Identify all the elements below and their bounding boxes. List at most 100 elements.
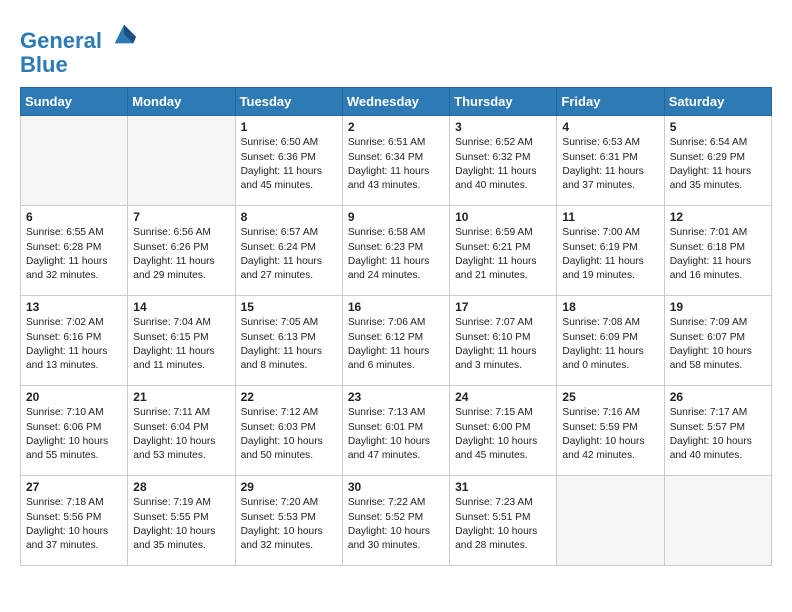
calendar-cell: 17 Sunrise: 7:07 AM Sunset: 6:10 PM Dayli… xyxy=(450,296,557,386)
day-number: 11 xyxy=(562,210,658,224)
day-info: Sunrise: 7:02 AM Sunset: 6:16 PM Dayligh… xyxy=(26,316,122,373)
day-number: 10 xyxy=(455,210,551,224)
day-number: 27 xyxy=(26,480,122,494)
calendar-week-row: 27 Sunrise: 7:18 AM Sunset: 5:56 PM Dayli… xyxy=(21,476,772,566)
day-number: 25 xyxy=(562,390,658,404)
day-info: Sunrise: 7:23 AM Sunset: 5:51 PM Dayligh… xyxy=(455,496,551,553)
day-info: Sunrise: 7:18 AM Sunset: 5:56 PM Dayligh… xyxy=(26,496,122,553)
day-number: 8 xyxy=(241,210,337,224)
day-number: 2 xyxy=(348,120,444,134)
day-info: Sunrise: 7:07 AM Sunset: 6:10 PM Dayligh… xyxy=(455,316,551,373)
day-number: 9 xyxy=(348,210,444,224)
calendar-cell: 31 Sunrise: 7:23 AM Sunset: 5:51 PM Dayli… xyxy=(450,476,557,566)
logo: General Blue xyxy=(20,20,138,77)
weekday-header: Sunday xyxy=(21,88,128,116)
calendar-cell: 24 Sunrise: 7:15 AM Sunset: 6:00 PM Dayli… xyxy=(450,386,557,476)
day-number: 20 xyxy=(26,390,122,404)
calendar-cell: 30 Sunrise: 7:22 AM Sunset: 5:52 PM Dayli… xyxy=(342,476,449,566)
day-info: Sunrise: 6:56 AM Sunset: 6:26 PM Dayligh… xyxy=(133,226,229,283)
day-info: Sunrise: 7:20 AM Sunset: 5:53 PM Dayligh… xyxy=(241,496,337,553)
day-info: Sunrise: 7:16 AM Sunset: 5:59 PM Dayligh… xyxy=(562,406,658,463)
day-number: 14 xyxy=(133,300,229,314)
calendar-cell: 15 Sunrise: 7:05 AM Sunset: 6:13 PM Dayli… xyxy=(235,296,342,386)
weekday-header: Saturday xyxy=(664,88,771,116)
day-info: Sunrise: 7:22 AM Sunset: 5:52 PM Dayligh… xyxy=(348,496,444,553)
day-number: 3 xyxy=(455,120,551,134)
day-info: Sunrise: 7:10 AM Sunset: 6:06 PM Dayligh… xyxy=(26,406,122,463)
calendar-cell: 29 Sunrise: 7:20 AM Sunset: 5:53 PM Dayli… xyxy=(235,476,342,566)
day-info: Sunrise: 7:04 AM Sunset: 6:15 PM Dayligh… xyxy=(133,316,229,373)
calendar-cell: 1 Sunrise: 6:50 AM Sunset: 6:36 PM Daylig… xyxy=(235,116,342,206)
calendar-week-row: 20 Sunrise: 7:10 AM Sunset: 6:06 PM Dayli… xyxy=(21,386,772,476)
weekday-header: Wednesday xyxy=(342,88,449,116)
day-number: 28 xyxy=(133,480,229,494)
calendar-week-row: 1 Sunrise: 6:50 AM Sunset: 6:36 PM Daylig… xyxy=(21,116,772,206)
calendar-cell: 19Sunrise: 7:09 AM Sunset: 6:07 PM Dayli… xyxy=(664,296,771,386)
calendar-cell: 20 Sunrise: 7:10 AM Sunset: 6:06 PM Dayli… xyxy=(21,386,128,476)
day-number: 15 xyxy=(241,300,337,314)
day-number: 23 xyxy=(348,390,444,404)
day-info: Sunrise: 6:54 AM Sunset: 6:29 PM Dayligh… xyxy=(670,136,766,193)
day-info: Sunrise: 7:05 AM Sunset: 6:13 PM Dayligh… xyxy=(241,316,337,373)
day-info: Sunrise: 7:00 AM Sunset: 6:19 PM Dayligh… xyxy=(562,226,658,283)
day-number: 7 xyxy=(133,210,229,224)
day-number: 31 xyxy=(455,480,551,494)
calendar-cell: 2 Sunrise: 6:51 AM Sunset: 6:34 PM Daylig… xyxy=(342,116,449,206)
weekday-header-row: SundayMondayTuesdayWednesdayThursdayFrid… xyxy=(21,88,772,116)
day-number: 24 xyxy=(455,390,551,404)
day-number: 17 xyxy=(455,300,551,314)
calendar-cell: 18Sunrise: 7:08 AM Sunset: 6:09 PM Dayli… xyxy=(557,296,664,386)
day-number: 5 xyxy=(670,120,766,134)
day-number: 21 xyxy=(133,390,229,404)
weekday-header: Monday xyxy=(128,88,235,116)
calendar-cell: 13 Sunrise: 7:02 AM Sunset: 6:16 PM Dayli… xyxy=(21,296,128,386)
calendar-cell: 14 Sunrise: 7:04 AM Sunset: 6:15 PM Dayli… xyxy=(128,296,235,386)
day-number: 13 xyxy=(26,300,122,314)
calendar-cell xyxy=(664,476,771,566)
day-number: 18 xyxy=(562,300,658,314)
calendar-table: SundayMondayTuesdayWednesdayThursdayFrid… xyxy=(20,87,772,566)
page-container: General Blue SundayMondayTuesdayWednesda… xyxy=(0,0,792,576)
day-number: 22 xyxy=(241,390,337,404)
calendar-cell: 8 Sunrise: 6:57 AM Sunset: 6:24 PM Daylig… xyxy=(235,206,342,296)
day-number: 1 xyxy=(241,120,337,134)
day-number: 12 xyxy=(670,210,766,224)
day-info: Sunrise: 7:13 AM Sunset: 6:01 PM Dayligh… xyxy=(348,406,444,463)
calendar-cell: 10 Sunrise: 6:59 AM Sunset: 6:21 PM Dayli… xyxy=(450,206,557,296)
day-info: Sunrise: 7:09 AM Sunset: 6:07 PM Dayligh… xyxy=(670,316,766,373)
calendar-cell xyxy=(21,116,128,206)
weekday-header: Friday xyxy=(557,88,664,116)
day-number: 6 xyxy=(26,210,122,224)
calendar-cell: 9 Sunrise: 6:58 AM Sunset: 6:23 PM Daylig… xyxy=(342,206,449,296)
day-info: Sunrise: 6:59 AM Sunset: 6:21 PM Dayligh… xyxy=(455,226,551,283)
calendar-cell: 23 Sunrise: 7:13 AM Sunset: 6:01 PM Dayli… xyxy=(342,386,449,476)
day-info: Sunrise: 6:55 AM Sunset: 6:28 PM Dayligh… xyxy=(26,226,122,283)
day-number: 4 xyxy=(562,120,658,134)
calendar-cell: 16Sunrise: 7:06 AM Sunset: 6:12 PM Dayli… xyxy=(342,296,449,386)
day-info: Sunrise: 6:50 AM Sunset: 6:36 PM Dayligh… xyxy=(241,136,337,193)
calendar-cell xyxy=(557,476,664,566)
day-info: Sunrise: 6:52 AM Sunset: 6:32 PM Dayligh… xyxy=(455,136,551,193)
day-info: Sunrise: 7:11 AM Sunset: 6:04 PM Dayligh… xyxy=(133,406,229,463)
day-info: Sunrise: 6:58 AM Sunset: 6:23 PM Dayligh… xyxy=(348,226,444,283)
day-info: Sunrise: 6:57 AM Sunset: 6:24 PM Dayligh… xyxy=(241,226,337,283)
weekday-header: Thursday xyxy=(450,88,557,116)
calendar-cell: 25 Sunrise: 7:16 AM Sunset: 5:59 PM Dayli… xyxy=(557,386,664,476)
calendar-cell: 22 Sunrise: 7:12 AM Sunset: 6:03 PM Dayli… xyxy=(235,386,342,476)
calendar-cell: 6 Sunrise: 6:55 AM Sunset: 6:28 PM Daylig… xyxy=(21,206,128,296)
calendar-cell: 12Sunrise: 7:01 AM Sunset: 6:18 PM Dayli… xyxy=(664,206,771,296)
day-info: Sunrise: 7:12 AM Sunset: 6:03 PM Dayligh… xyxy=(241,406,337,463)
weekday-header: Tuesday xyxy=(235,88,342,116)
page-header: General Blue xyxy=(20,20,772,77)
logo-text: General Blue xyxy=(20,20,138,77)
logo-icon xyxy=(110,20,138,48)
calendar-cell: 11 Sunrise: 7:00 AM Sunset: 6:19 PM Dayli… xyxy=(557,206,664,296)
day-info: Sunrise: 6:51 AM Sunset: 6:34 PM Dayligh… xyxy=(348,136,444,193)
day-number: 30 xyxy=(348,480,444,494)
day-number: 29 xyxy=(241,480,337,494)
calendar-cell: 26Sunrise: 7:17 AM Sunset: 5:57 PM Dayli… xyxy=(664,386,771,476)
calendar-cell: 5 Sunrise: 6:54 AM Sunset: 6:29 PM Daylig… xyxy=(664,116,771,206)
day-info: Sunrise: 7:06 AM Sunset: 6:12 PM Dayligh… xyxy=(348,316,444,373)
day-info: Sunrise: 7:15 AM Sunset: 6:00 PM Dayligh… xyxy=(455,406,551,463)
day-info: Sunrise: 6:53 AM Sunset: 6:31 PM Dayligh… xyxy=(562,136,658,193)
